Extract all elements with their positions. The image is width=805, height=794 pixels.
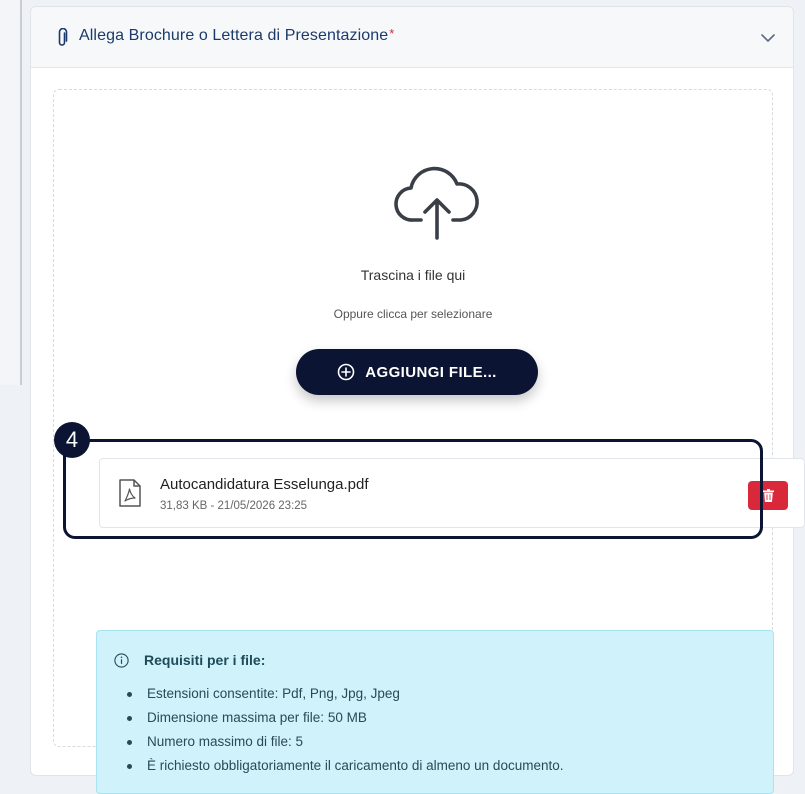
requirements-title: Requisiti per i file: bbox=[144, 652, 266, 668]
file-requirements-box: Requisiti per i file: Estensioni consent… bbox=[96, 630, 774, 794]
info-icon bbox=[114, 653, 129, 668]
file-dropzone[interactable]: Trascina i file qui Oppure clicca per se… bbox=[53, 89, 805, 794]
file-name: Autocandidatura Esselunga.pdf bbox=[160, 476, 369, 493]
requirement-item: Estensioni consentite: Pdf, Png, Jpg, Jp… bbox=[127, 684, 563, 708]
drag-instruction: Trascina i file qui bbox=[360, 267, 466, 283]
section-header[interactable]: Allega Brochure o Lettera di Presentazio… bbox=[31, 7, 793, 68]
left-panel-edge bbox=[0, 0, 22, 385]
uploaded-file-item: Autocandidatura Esselunga.pdf 31,83 KB -… bbox=[99, 458, 805, 528]
paperclip-icon bbox=[58, 28, 68, 46]
chevron-down-icon[interactable] bbox=[761, 33, 775, 43]
requirement-item: È richiesto obbligatoriamente il caricam… bbox=[127, 756, 563, 780]
section-title-text: Allega Brochure o Lettera di Presentazio… bbox=[79, 27, 389, 44]
requirement-item: Dimensione massima per file: 50 MB bbox=[127, 708, 563, 732]
requirements-list: Estensioni consentite: Pdf, Png, Jpg, Jp… bbox=[127, 684, 563, 780]
cloud-upload-icon bbox=[394, 166, 479, 240]
required-marker: * bbox=[389, 26, 395, 41]
step-number-badge: 4 bbox=[54, 422, 90, 458]
pdf-file-icon bbox=[119, 479, 141, 507]
trash-icon bbox=[762, 489, 774, 502]
add-file-button[interactable]: AGGIUNGI FILE... bbox=[296, 349, 538, 395]
file-meta: 31,83 KB - 21/05/2026 23:25 bbox=[160, 500, 308, 512]
requirement-item: Numero massimo di file: 5 bbox=[127, 732, 563, 756]
plus-circle-icon bbox=[337, 363, 355, 381]
section-title: Allega Brochure o Lettera di Presentazio… bbox=[79, 26, 395, 45]
attachment-section: Allega Brochure o Lettera di Presentazio… bbox=[30, 6, 805, 794]
add-file-button-label: AGGIUNGI FILE... bbox=[365, 363, 497, 381]
delete-file-button[interactable] bbox=[748, 481, 788, 510]
click-instruction: Oppure clicca per selezionare bbox=[333, 307, 493, 321]
